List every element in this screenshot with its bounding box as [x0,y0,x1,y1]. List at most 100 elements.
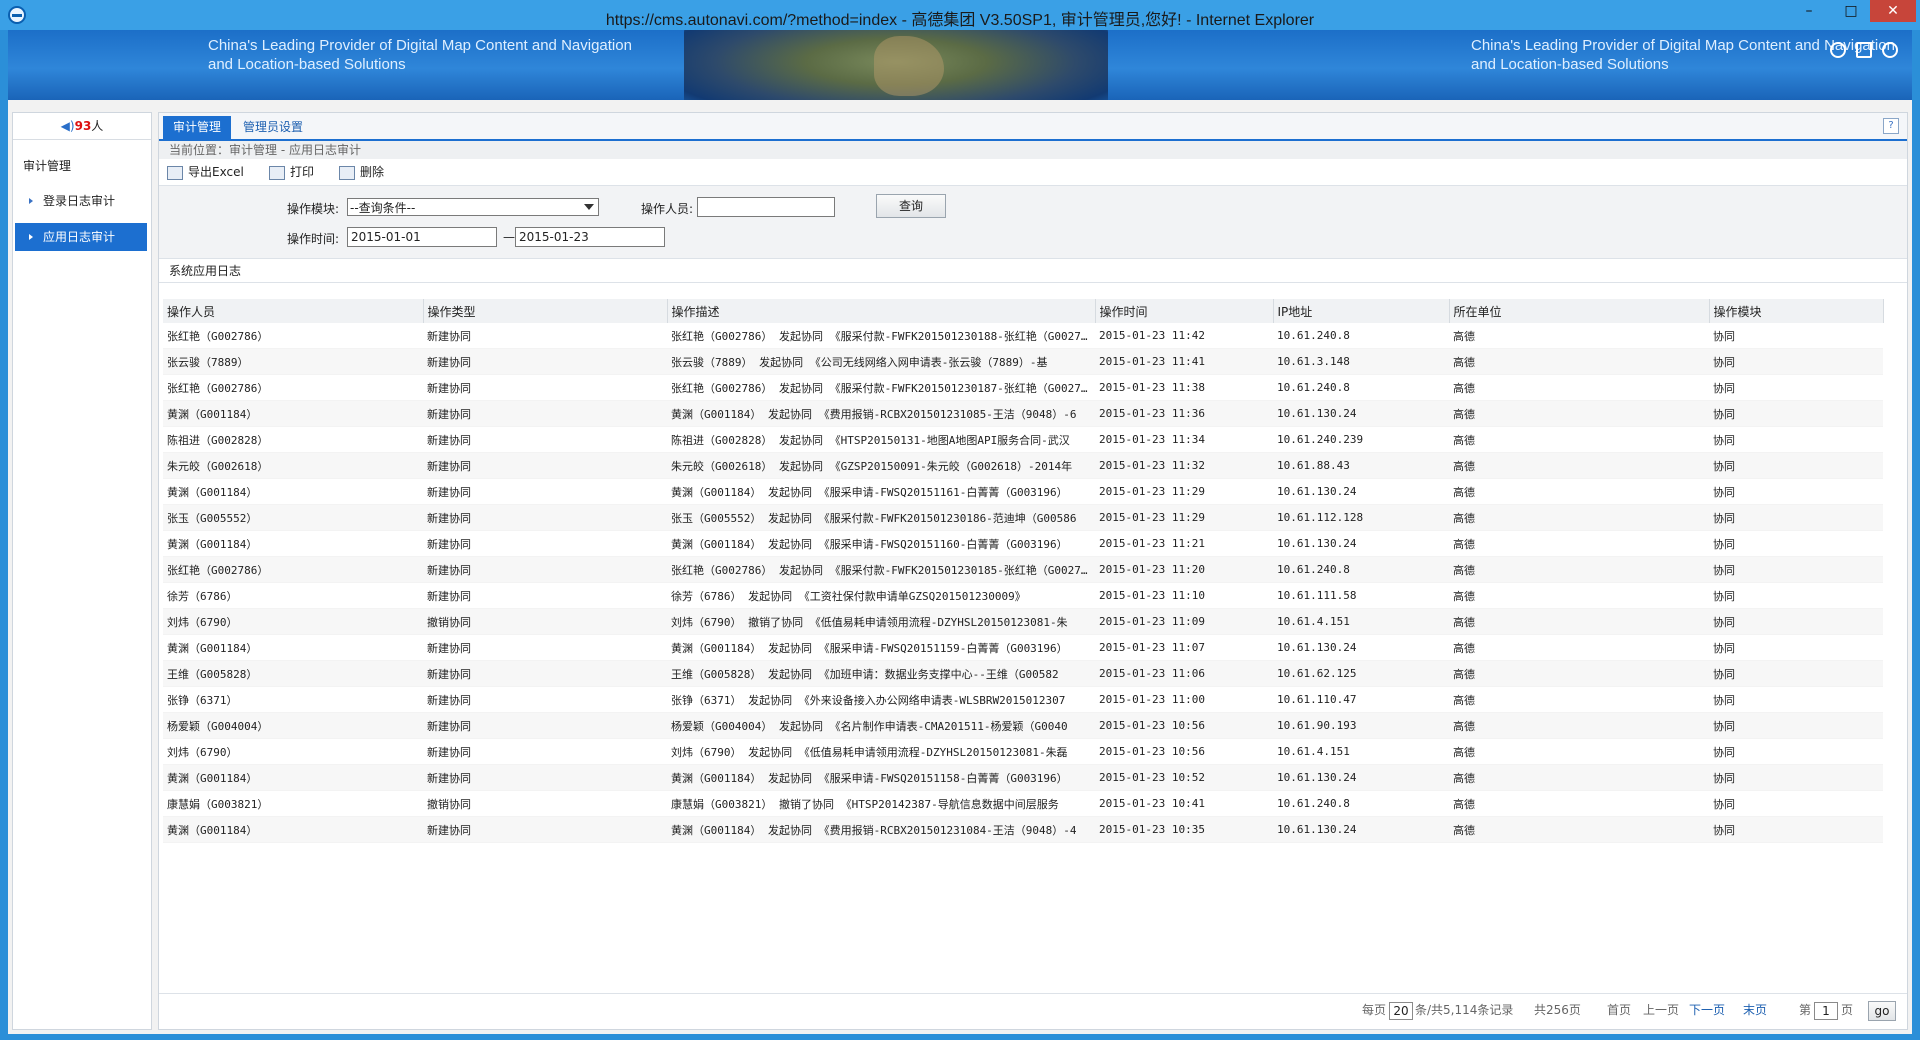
table-cell: 协同 [1709,374,1883,401]
table-cell: 新建协同 [423,634,667,661]
table-cell: 黄渊（G001184） [163,634,423,661]
table-cell: 高德 [1449,478,1709,505]
printer-icon [269,165,285,180]
table-cell: 高德 [1449,712,1709,739]
table-row[interactable]: 杨爱颖（G004004） 新建协同 杨爱颖（G004004） 发起协同 《名片制作申… [163,712,1883,739]
table-cell: 朱元皎（G002618） 发起协同 《GZSP20150091-朱元皎（G002… [667,452,1095,479]
table-cell: 张红艳（G002786） [163,323,423,349]
table-cell: 康慧娟（G003821） 撤销了协同 《HTSP20142387-导航信息数据中… [667,790,1095,817]
go-button[interactable]: go [1868,1001,1896,1021]
table-row[interactable]: 张红艳（G002786） 新建协同 张红艳（G002786） 发起协同 《服采付款-… [163,323,1883,349]
close-button[interactable]: ✕ [1870,0,1916,22]
table-cell: 黄渊（G001184） 发起协同 《费用报销-RCBX201501231085-… [667,400,1095,427]
home-icon[interactable] [1856,42,1872,58]
table-cell: 刘炜（6790） [163,738,423,765]
table-cell: 10.61.111.58 [1273,582,1449,609]
table-row[interactable]: 康慧娟（G003821） 撤销协同 康慧娟（G003821） 撤销了协同 《HTSP… [163,790,1883,817]
tab-admin-settings[interactable]: 管理员设置 [233,116,313,139]
table-cell: 协同 [1709,686,1883,713]
column-header[interactable]: IP地址 [1273,299,1450,323]
tab-audit-management[interactable]: 审计管理 [163,116,232,139]
table-cell: 10.61.240.8 [1273,790,1449,817]
table-cell: 2015-01-23 11:21 [1095,530,1273,557]
table-cell: 高德 [1449,608,1709,635]
page-number-input[interactable]: 1 [1814,1002,1838,1020]
slogan-line-2-right: and Location-based Solutions [1471,56,1669,73]
table-cell: 徐芳（6786） 发起协同 《工资社保付款申请单GZSQ201501230009… [667,582,1095,609]
table-cell: 高德 [1449,323,1709,349]
table-row[interactable]: 张红艳（G002786） 新建协同 张红艳（G002786） 发起协同 《服采付款-… [163,374,1883,401]
table-cell: 10.61.130.24 [1273,478,1449,505]
table-row[interactable]: 徐芳（6786） 新建协同 徐芳（6786） 发起协同 《工资社保付款申请单GZSQ… [163,582,1883,609]
page-prefix: 第 [1799,1003,1812,1017]
table-cell: 新建协同 [423,478,667,505]
table-row[interactable]: 张红艳（G002786） 新建协同 张红艳（G002786） 发起协同 《服采付款-… [163,556,1883,583]
table-cell: 10.61.130.24 [1273,530,1449,557]
left-sidebar: ◀)93人 审计管理 登录日志审计 应用日志审计 [12,112,152,1030]
time-from-input[interactable]: 2015-01-01 [347,227,497,247]
delete-button[interactable]: 删除 [339,159,384,185]
table-cell: 10.61.62.125 [1273,660,1449,687]
table-cell: 杨爱颖（G004004） 发起协同 《名片制作申请表-CMA201511-杨爱颖… [667,712,1095,739]
table-cell: 张红艳（G002786） 发起协同 《服采付款-FWFK201501230188… [667,323,1095,349]
table-row[interactable]: 黄渊（G001184） 新建协同 黄渊（G001184） 发起协同 《服采申请-FW… [163,634,1883,661]
export-excel-button[interactable]: 导出Excel [167,159,244,185]
table-cell: 2015-01-23 11:07 [1095,634,1273,661]
refresh-icon[interactable] [1830,42,1846,58]
minimize-button[interactable]: – [1794,0,1824,22]
table-row[interactable]: 刘炜（6790） 撤销协同 刘炜（6790） 撤销了协同 《低值易耗申请领用流程-D… [163,608,1883,635]
table-cell: 高德 [1449,426,1709,453]
exit-icon[interactable] [1882,42,1898,58]
last-page-link[interactable]: 末页 [1743,994,1767,1026]
table-row[interactable]: 黄渊（G001184） 新建协同 黄渊（G001184） 发起协同 《费用报销-RC… [163,400,1883,427]
first-page-link[interactable]: 首页 [1607,994,1631,1026]
breadcrumb-prefix: 当前位置： [169,143,230,157]
table-row[interactable]: 张铮（6371） 新建协同 张铮（6371） 发起协同 《外来设备接入办公网络申请表… [163,686,1883,713]
column-header[interactable]: 所在单位 [1449,299,1710,323]
column-header[interactable]: 操作时间 [1095,299,1274,323]
table-cell: 新建协同 [423,738,667,765]
module-select[interactable]: --查询条件-- [347,198,599,216]
table-row[interactable]: 陈祖进（G002828） 新建协同 陈祖进（G002828） 发起协同 《HTSP2… [163,426,1883,453]
column-header[interactable]: 操作人员 [163,299,424,323]
next-page-link[interactable]: 下一页 [1689,994,1725,1026]
time-to-input[interactable]: 2015-01-23 [515,227,665,247]
table-row[interactable]: 朱元皎（G002618） 新建协同 朱元皎（G002618） 发起协同 《GZSP2… [163,452,1883,479]
sidebar-item-app-audit[interactable]: 应用日志审计 [15,223,147,251]
maximize-button[interactable]: □ [1836,0,1866,22]
table-row[interactable]: 黄渊（G001184） 新建协同 黄渊（G001184） 发起协同 《费用报销-RC… [163,816,1883,843]
table-cell: 新建协同 [423,323,667,349]
table-row[interactable]: 黄渊（G001184） 新建协同 黄渊（G001184） 发起协同 《服采申请-FW… [163,764,1883,791]
table-cell: 2015-01-23 10:56 [1095,738,1273,765]
table-row[interactable]: 黄渊（G001184） 新建协同 黄渊（G001184） 发起协同 《服采申请-FW… [163,530,1883,557]
sidebar-item-login-audit[interactable]: 登录日志审计 [15,187,147,215]
window-title: https://cms.autonavi.com/?method=index -… [605,12,1315,29]
operator-input[interactable] [697,197,835,217]
section-title: 系统应用日志 [159,259,1907,283]
per-page-input[interactable]: 20 [1389,1002,1413,1020]
column-header[interactable]: 操作类型 [423,299,668,323]
table-cell: 协同 [1709,504,1883,531]
table-cell: 高德 [1449,738,1709,765]
table-cell: 协同 [1709,738,1883,765]
table-row[interactable]: 刘炜（6790） 新建协同 刘炜（6790） 发起协同 《低值易耗申请领用流程-DZ… [163,738,1883,765]
toolbar: 导出Excel 打印 删除 [159,159,1907,186]
table-cell: 黄渊（G001184） 发起协同 《服采申请-FWSQ20151158-白菁菁（… [667,764,1095,791]
table-cell: 黄渊（G001184） 发起协同 《服采申请-FWSQ20151160-白菁菁（… [667,530,1095,557]
table-cell: 王维（G005828） 发起协同 《加班申请：数据业务支撑中心--王维（G005… [667,660,1095,687]
table-cell: 新建协同 [423,374,667,401]
column-header[interactable]: 操作模块 [1709,299,1884,323]
query-button[interactable]: 查询 [876,194,946,218]
table-cell: 2015-01-23 10:56 [1095,712,1273,739]
table-cell: 新建协同 [423,426,667,453]
table-cell: 2015-01-23 11:20 [1095,556,1273,583]
table-cell: 新建协同 [423,530,667,557]
print-button[interactable]: 打印 [269,159,314,185]
help-icon[interactable]: ? [1883,118,1899,134]
column-header[interactable]: 操作描述 [667,299,1096,323]
table-row[interactable]: 张云骏（7889） 新建协同 张云骏（7889） 发起协同 《公司无线网络入网申请表… [163,348,1883,375]
table-row[interactable]: 王维（G005828） 新建协同 王维（G005828） 发起协同 《加班申请：数据… [163,660,1883,687]
table-row[interactable]: 张玉（G005552） 新建协同 张玉（G005552） 发起协同 《服采付款-FW… [163,504,1883,531]
table-row[interactable]: 黄渊（G001184） 新建协同 黄渊（G001184） 发起协同 《服采申请-FW… [163,478,1883,505]
prev-page-link[interactable]: 上一页 [1643,994,1679,1026]
